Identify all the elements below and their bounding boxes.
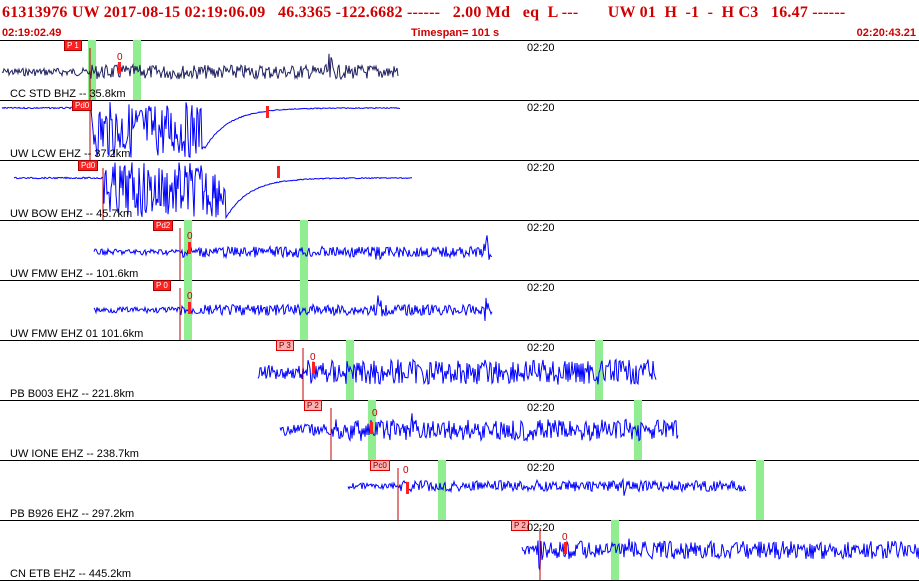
time-tick-label: 02:20 — [527, 282, 555, 294]
pick-marker[interactable]: Pd0 — [72, 100, 93, 111]
time-tick-label: 02:20 — [527, 462, 555, 474]
timespan-label: Timespan= 101 s — [411, 27, 500, 39]
waveform-panel[interactable]: Pd2 0 02:20 UW FMW EHZ -- 101.6km — [0, 220, 919, 281]
h-flag: H — [664, 4, 678, 21]
event-header: 61313976 UW 2017-08-15 02:19:06.09 46.33… — [0, 0, 919, 41]
waveform-trace — [257, 340, 657, 400]
residual-label: 0 — [372, 408, 378, 419]
waveform-trace — [1, 102, 401, 160]
window-end-time: 02:20:43.21 — [856, 27, 916, 39]
magnitude: 2.00 — [452, 4, 482, 21]
channel-label: PB B926 EHZ -- 297.2km — [10, 508, 135, 520]
latitude: 46.3365 — [278, 4, 332, 21]
time-tick-label: 02:20 — [527, 402, 555, 414]
longitude: -122.6682 — [335, 4, 403, 21]
pick-marker[interactable]: Pc0 — [370, 460, 390, 471]
event-summary-line: 61313976 UW 2017-08-15 02:19:06.09 46.33… — [2, 4, 845, 22]
pick-marker[interactable]: P 3 — [276, 340, 294, 351]
h-code: H C3 — [721, 4, 759, 21]
channel-label: PB B003 EHZ -- 221.8km — [10, 388, 135, 400]
waveform-panel[interactable]: Pc0 0 02:20 PB B926 EHZ -- 297.2km — [0, 460, 919, 521]
pick-marker[interactable]: P 0 — [153, 280, 171, 291]
magnitude-type: Md — [485, 4, 511, 21]
time-tick-label: 02:20 — [527, 522, 555, 534]
channel-label: UW IONE EHZ -- 238.7km — [10, 448, 139, 460]
residual-label: 0 — [403, 465, 409, 476]
event-type: eq — [522, 4, 540, 21]
channel-label: UW BOW EHZ -- 45.7km — [10, 208, 133, 220]
waveform-trace — [347, 460, 764, 520]
separator: - — [707, 4, 714, 21]
residual-label: 0 — [187, 231, 193, 242]
trailing-dashes: ------ — [812, 4, 846, 21]
depth: 16.47 — [771, 4, 809, 21]
dashes: ------ — [406, 4, 441, 21]
time-tick-label: 02:20 — [527, 102, 555, 114]
waveform-panel[interactable]: P 2 0 02:20 CN ETB EHZ -- 445.2km — [0, 520, 919, 581]
waveform-panels[interactable]: P 1 0 02:20 CC STD BHZ -- 35.8km Pd0 02:… — [0, 40, 919, 581]
channel-label: UW FMW EHZ 01 101.6km — [10, 328, 144, 340]
channel-label: UW LCW EHZ -- 37.2km — [10, 148, 131, 160]
time-tick-label: 02:20 — [527, 162, 555, 174]
waveform-trace — [1, 40, 399, 100]
event-network: UW — [71, 4, 100, 21]
pick-marker[interactable]: Pd0 — [78, 160, 99, 171]
residual-label: 0 — [187, 291, 193, 302]
pick-marker[interactable]: Pd2 — [153, 220, 174, 231]
time-tick-label: 02:20 — [527, 42, 555, 54]
waveform-panel[interactable]: P 0 0 02:20 UW FMW EHZ 01 101.6km — [0, 280, 919, 341]
time-tick-label: 02:20 — [527, 342, 555, 354]
residual-label: 0 — [310, 352, 316, 363]
channel-label: UW FMW EHZ -- 101.6km — [10, 268, 139, 280]
waveform-panel[interactable]: P 1 0 02:20 CC STD BHZ -- 35.8km — [0, 40, 919, 101]
channel-label: CN ETB EHZ -- 445.2km — [10, 568, 132, 580]
pick-marker[interactable]: P 2 — [304, 400, 322, 411]
residual-label: 0 — [562, 532, 568, 543]
location-flag: L --- — [547, 4, 579, 21]
waveform-trace — [521, 520, 919, 580]
channel-label: CC STD BHZ -- 35.8km — [10, 88, 126, 100]
pick-marker[interactable]: P 1 — [64, 40, 82, 51]
waveform-panel[interactable]: Pd0 02:20 UW LCW EHZ -- 37.2km — [0, 100, 919, 161]
h-value: -1 — [685, 4, 700, 21]
residual-label: 0 — [117, 52, 123, 63]
waveform-panel[interactable]: Pd0 02:20 UW BOW EHZ -- 45.7km — [0, 160, 919, 221]
event-id: 61313976 — [2, 4, 68, 21]
authority: UW 01 — [607, 4, 657, 21]
time-tick-label: 02:20 — [527, 222, 555, 234]
origin-time: 2017-08-15 02:19:06.09 — [103, 4, 266, 21]
waveform-panel[interactable]: P 2 0 02:20 UW IONE EHZ -- 238.7km — [0, 400, 919, 461]
waveform-panel[interactable]: P 3 0 02:20 PB B003 EHZ -- 221.8km — [0, 340, 919, 401]
window-start-time: 02:19:02.49 — [2, 27, 62, 39]
waveform-trace — [13, 162, 413, 220]
